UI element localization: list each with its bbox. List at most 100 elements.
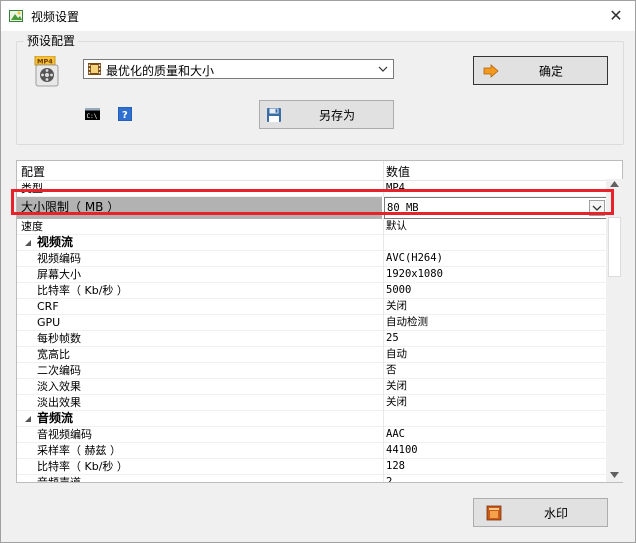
dropdown-button[interactable]: [589, 200, 605, 216]
video-settings-window: 视频设置 ✕ 预设配置 MP4 最优化的质量和大小 确定 C:\ ? 另存为 配…: [0, 0, 636, 543]
property-value: MP4: [386, 182, 405, 194]
property-value: 44100: [386, 444, 418, 456]
property-name: 淡入效果: [37, 380, 81, 393]
preset-group-label: 预设配置: [24, 32, 79, 49]
property-name: 每秒帧数: [37, 332, 81, 345]
chevron-down-icon: [378, 66, 388, 72]
command-prompt-icon[interactable]: C:\: [85, 108, 100, 120]
column-separator: [383, 235, 384, 251]
property-name: 淡出效果: [37, 396, 81, 409]
table-row[interactable]: 每秒帧数 25: [17, 331, 607, 347]
column-separator: [383, 251, 384, 267]
table-row[interactable]: 淡出效果 关闭: [17, 395, 607, 411]
column-separator: [383, 395, 384, 411]
table-row[interactable]: GPU 自动检测: [17, 315, 607, 331]
property-value: 关闭: [386, 380, 407, 392]
table-row[interactable]: 比特率（ Kb/秒 ） 5000: [17, 283, 607, 299]
title-bar: 视频设置 ✕: [1, 1, 635, 31]
table-row[interactable]: 音视频编码 AAC: [17, 427, 607, 443]
column-separator: [383, 331, 384, 347]
section-row[interactable]: 视频流: [17, 235, 607, 251]
property-value: 128: [386, 460, 405, 472]
property-value: 80 MB: [387, 202, 419, 214]
property-name: GPU: [37, 316, 61, 329]
property-value: 自动: [386, 348, 407, 360]
preset-selected-value: 最优化的质量和大小: [106, 64, 215, 78]
property-value: 默认: [386, 220, 407, 232]
property-value: AAC: [386, 428, 405, 440]
table-row[interactable]: 视频编码 AVC(H264): [17, 251, 607, 267]
table-row[interactable]: 宽高比 自动: [17, 347, 607, 363]
column-separator: [383, 267, 384, 283]
column-separator[interactable]: [383, 161, 384, 181]
property-value: 否: [386, 364, 397, 376]
scroll-up-icon[interactable]: [610, 181, 619, 187]
scroll-down-icon[interactable]: [610, 472, 619, 478]
property-value: 5000: [386, 284, 412, 296]
property-name: 采样率（ 赫兹 ）: [37, 444, 121, 457]
property-name: CRF: [37, 300, 59, 313]
column-separator: [383, 427, 384, 443]
property-value: 自动检测: [386, 316, 428, 328]
section-title: 视频流: [37, 235, 74, 249]
property-name: 比特率（ Kb/秒 ）: [37, 284, 128, 297]
property-value: 关闭: [386, 396, 407, 408]
column-separator: [383, 181, 384, 197]
ok-button[interactable]: 确定: [473, 56, 608, 85]
property-value: 2: [386, 476, 393, 483]
preset-dropdown[interactable]: 最优化的质量和大小: [83, 59, 394, 79]
settings-app-icon: [9, 10, 23, 22]
table-row[interactable]: 淡入效果 关闭: [17, 379, 607, 395]
column-separator: [383, 363, 384, 379]
property-name: 速度: [21, 220, 43, 233]
column-separator: [383, 315, 384, 331]
watermark-button[interactable]: 水印: [473, 498, 608, 527]
property-value: 1920x1080: [386, 268, 443, 280]
svg-text:C:\: C:\: [87, 113, 98, 120]
section-title: 音频流: [37, 411, 74, 425]
arrow-right-icon: [483, 64, 499, 78]
property-name: 类型: [21, 182, 43, 195]
help-icon[interactable]: ?: [118, 107, 132, 121]
close-button[interactable]: ✕: [605, 5, 627, 27]
property-name: 宽高比: [37, 348, 70, 361]
mp4-film-icon: MP4: [34, 56, 59, 87]
ok-button-label: 确定: [539, 64, 564, 78]
column-separator: [383, 443, 384, 459]
column-header-value: 数值: [386, 165, 411, 179]
property-name: 大小限制（ MB ）: [21, 200, 120, 214]
table-row[interactable]: 二次编码 否: [17, 363, 607, 379]
property-grid: 配置 数值 类型 MP4 大小限制（ MB ） 80 MB 速度 默认 视频流 视频编码 AVC…: [16, 160, 623, 483]
column-separator: [383, 475, 384, 482]
table-row[interactable]: 大小限制（ MB ） 80 MB: [17, 197, 608, 219]
table-row[interactable]: 采样率（ 赫兹 ） 44100: [17, 443, 607, 459]
window-title: 视频设置: [31, 10, 80, 24]
save-as-button[interactable]: 另存为: [259, 100, 394, 129]
size-limit-dropdown[interactable]: 80 MB: [384, 197, 608, 219]
table-row[interactable]: 屏幕大小 1920x1080: [17, 267, 607, 283]
vertical-scrollbar[interactable]: [606, 179, 623, 482]
property-name: 视频编码: [37, 252, 81, 265]
column-separator: [383, 411, 384, 427]
property-name: 音频声道: [37, 476, 81, 483]
table-row[interactable]: CRF 关闭: [17, 299, 607, 315]
svg-text:MP4: MP4: [37, 58, 53, 66]
collapse-triangle-icon[interactable]: [24, 415, 32, 423]
property-value: 25: [386, 332, 399, 344]
property-name: 比特率（ Kb/秒 ）: [37, 460, 128, 473]
table-row[interactable]: 类型 MP4: [17, 181, 607, 197]
scrollbar-thumb[interactable]: [608, 217, 621, 277]
svg-text:?: ?: [122, 110, 128, 121]
save-as-button-label: 另存为: [319, 108, 356, 122]
column-separator: [383, 347, 384, 363]
column-separator: [383, 379, 384, 395]
table-row[interactable]: 速度 默认: [17, 219, 607, 235]
section-row[interactable]: 音频流: [17, 411, 607, 427]
collapse-triangle-icon[interactable]: [24, 239, 32, 247]
chevron-down-icon: [592, 205, 602, 211]
table-row[interactable]: 音频声道 2: [17, 475, 607, 483]
table-row[interactable]: 比特率（ Kb/秒 ） 128: [17, 459, 607, 475]
floppy-disk-icon: [267, 108, 281, 122]
column-separator: [383, 459, 384, 475]
watermark-button-label: 水印: [544, 506, 569, 520]
